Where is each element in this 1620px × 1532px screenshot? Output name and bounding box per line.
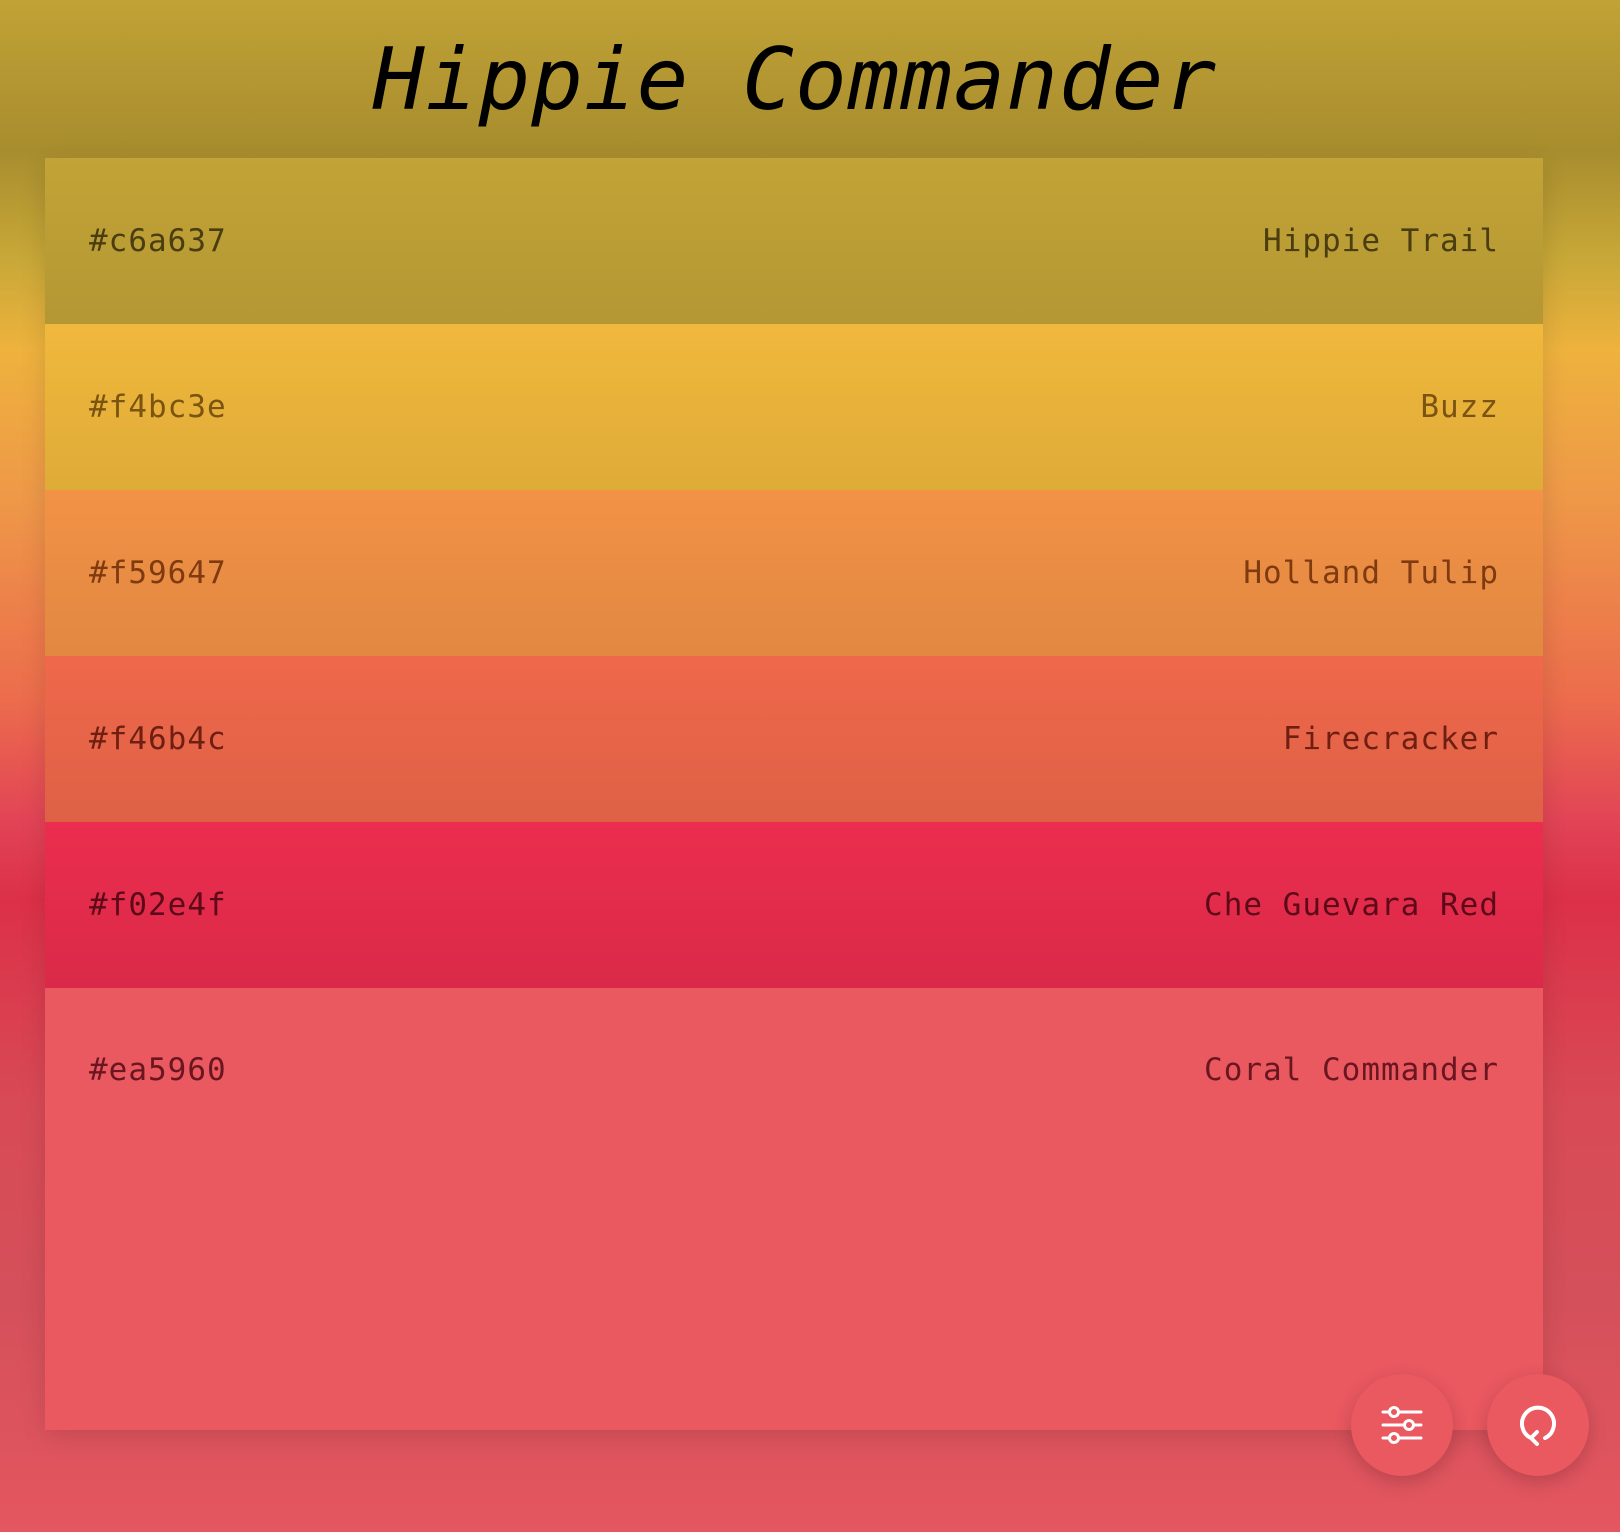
refresh-button[interactable] (1487, 1374, 1589, 1476)
color-swatch[interactable]: #f02e4f Che Guevara Red (45, 822, 1543, 988)
color-swatch[interactable]: #f59647 Holland Tulip (45, 490, 1543, 656)
swatch-name: Firecracker (1282, 721, 1499, 757)
swatch-hex[interactable]: #f02e4f (89, 887, 227, 923)
color-swatch[interactable]: #f46b4c Firecracker (45, 656, 1543, 822)
swatch-name: Buzz (1420, 389, 1499, 425)
swatch-hex[interactable]: #ea5960 (89, 1052, 227, 1088)
color-swatch[interactable]: #c6a637 Hippie Trail (45, 158, 1543, 324)
swatch-hex[interactable]: #f46b4c (89, 721, 227, 757)
page-title: Hippie Commander (372, 30, 1218, 130)
swatch-hex[interactable]: #c6a637 (89, 223, 227, 259)
swatch-hex[interactable]: #f59647 (89, 555, 227, 591)
swatch-name: Holland Tulip (1243, 555, 1499, 591)
color-swatch[interactable]: #f4bc3e Buzz (45, 324, 1543, 490)
swatch-name: Coral Commander (1204, 1052, 1499, 1088)
color-palette: #c6a637 Hippie Trail #f4bc3e Buzz #f5964… (45, 158, 1543, 1430)
swatch-name: Che Guevara Red (1204, 887, 1499, 923)
swatch-hex[interactable]: #f4bc3e (89, 389, 227, 425)
swatch-name: Hippie Trail (1263, 223, 1499, 259)
settings-button[interactable] (1351, 1374, 1453, 1476)
color-swatch[interactable]: #ea5960 Coral Commander (45, 988, 1543, 1430)
sliders-icon (1381, 1406, 1423, 1444)
refresh-icon (1520, 1405, 1556, 1446)
